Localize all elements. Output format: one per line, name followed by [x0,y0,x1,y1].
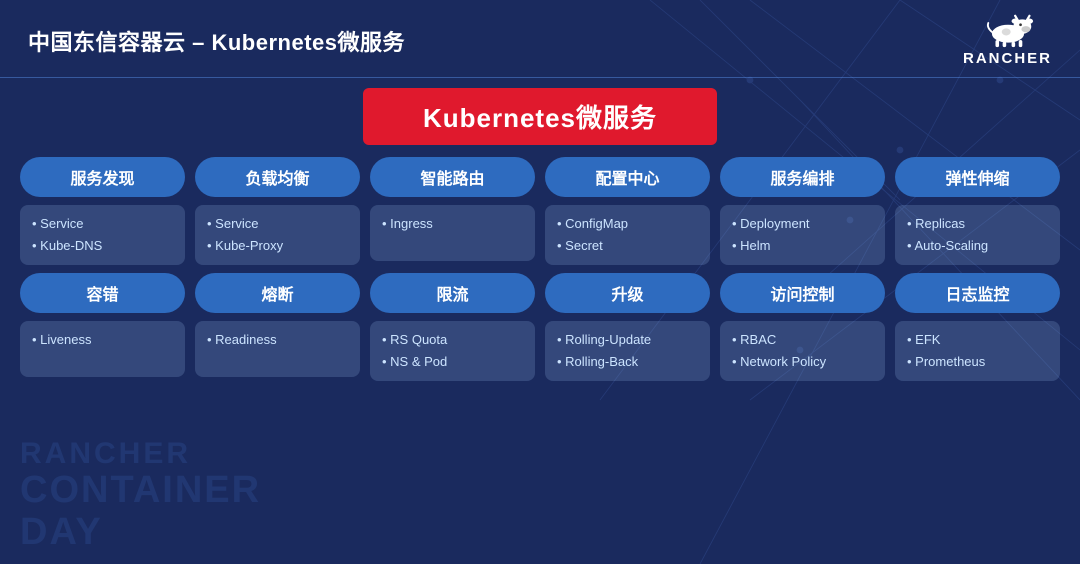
list-item: Readiness [207,329,348,351]
watermark-container: CONTAINER [20,470,261,512]
pill-label: 智能路由 [370,157,535,197]
pill-label: 升级 [545,273,710,313]
grid-col: 日志监控 EFKPrometheus [895,273,1060,381]
list-item: Auto-Scaling [907,235,1048,257]
header: 中国东信容器云 – Kubernetes微服务 [0,0,1080,78]
list-item: Deployment [732,213,873,235]
watermark-rancher: RANCHER [20,437,261,470]
grid-col: 服务发现 ServiceKube-DNS [20,157,185,265]
item-list: ServiceKube-Proxy [195,205,360,265]
list-item: Liveness [32,329,173,351]
grid-col: 负载均衡 ServiceKube-Proxy [195,157,360,265]
pill-label: 服务发现 [20,157,185,197]
item-list: Liveness [20,321,185,377]
list-item: Service [207,213,348,235]
item-list: EFKPrometheus [895,321,1060,381]
item-list: DeploymentHelm [720,205,885,265]
list-item: Kube-DNS [32,235,173,257]
top-box-row: Kubernetes微服务 [20,88,1060,145]
list-item: Helm [732,235,873,257]
kubernetes-title-box: Kubernetes微服务 [363,88,717,145]
list-item: Service [32,213,173,235]
pill-label: 访问控制 [720,273,885,313]
grid-col: 升级 Rolling-UpdateRolling-Back [545,273,710,381]
list-item: Kube-Proxy [207,235,348,257]
pill-label: 容错 [20,273,185,313]
grid-col: 配置中心 ConfigMapSecret [545,157,710,265]
list-item: Replicas [907,213,1048,235]
grid-col: 服务编排 DeploymentHelm [720,157,885,265]
watermark-day: DAY [20,512,261,554]
item-list: Ingress [370,205,535,261]
rancher-logo: RANCHER [963,14,1052,67]
list-item: Secret [557,235,698,257]
watermark: RANCHER CONTAINER DAY [20,437,261,554]
item-list: Readiness [195,321,360,377]
list-item: NS & Pod [382,351,523,373]
list-item: Prometheus [907,351,1048,373]
item-list: RBACNetwork Policy [720,321,885,381]
list-item: EFK [907,329,1048,351]
pill-label: 弹性伸缩 [895,157,1060,197]
list-item: Ingress [382,213,523,235]
list-item: Rolling-Back [557,351,698,373]
list-item: Rolling-Update [557,329,698,351]
item-list: Rolling-UpdateRolling-Back [545,321,710,381]
item-list: ReplicasAuto-Scaling [895,205,1060,265]
main-content: Kubernetes微服务 服务发现ServiceKube-DNS负载均衡Ser… [0,78,1080,399]
list-item: RBAC [732,329,873,351]
pill-label: 日志监控 [895,273,1060,313]
grid-row-2: 容错Liveness熔断Readiness限流RS QuotaNS & Pod升… [20,273,1060,381]
grid-col: 智能路由 Ingress [370,157,535,265]
list-item: RS Quota [382,329,523,351]
pill-label: 负载均衡 [195,157,360,197]
grid-col: 访问控制 RBACNetwork Policy [720,273,885,381]
item-list: ConfigMapSecret [545,205,710,265]
grid-col: 弹性伸缩 ReplicasAuto-Scaling [895,157,1060,265]
pill-label: 服务编排 [720,157,885,197]
list-item: ConfigMap [557,213,698,235]
rancher-icon [981,14,1035,48]
grid-col: 限流 RS QuotaNS & Pod [370,273,535,381]
pill-label: 限流 [370,273,535,313]
grid-col: 熔断 Readiness [195,273,360,381]
page-title: 中国东信容器云 – Kubernetes微服务 [28,25,405,57]
list-item: Network Policy [732,351,873,373]
grid-row-1: 服务发现ServiceKube-DNS负载均衡ServiceKube-Proxy… [20,157,1060,265]
grid-col: 容错 Liveness [20,273,185,381]
item-list: ServiceKube-DNS [20,205,185,265]
item-list: RS QuotaNS & Pod [370,321,535,381]
pill-label: 配置中心 [545,157,710,197]
rancher-label: RANCHER [963,50,1052,67]
pill-label: 熔断 [195,273,360,313]
